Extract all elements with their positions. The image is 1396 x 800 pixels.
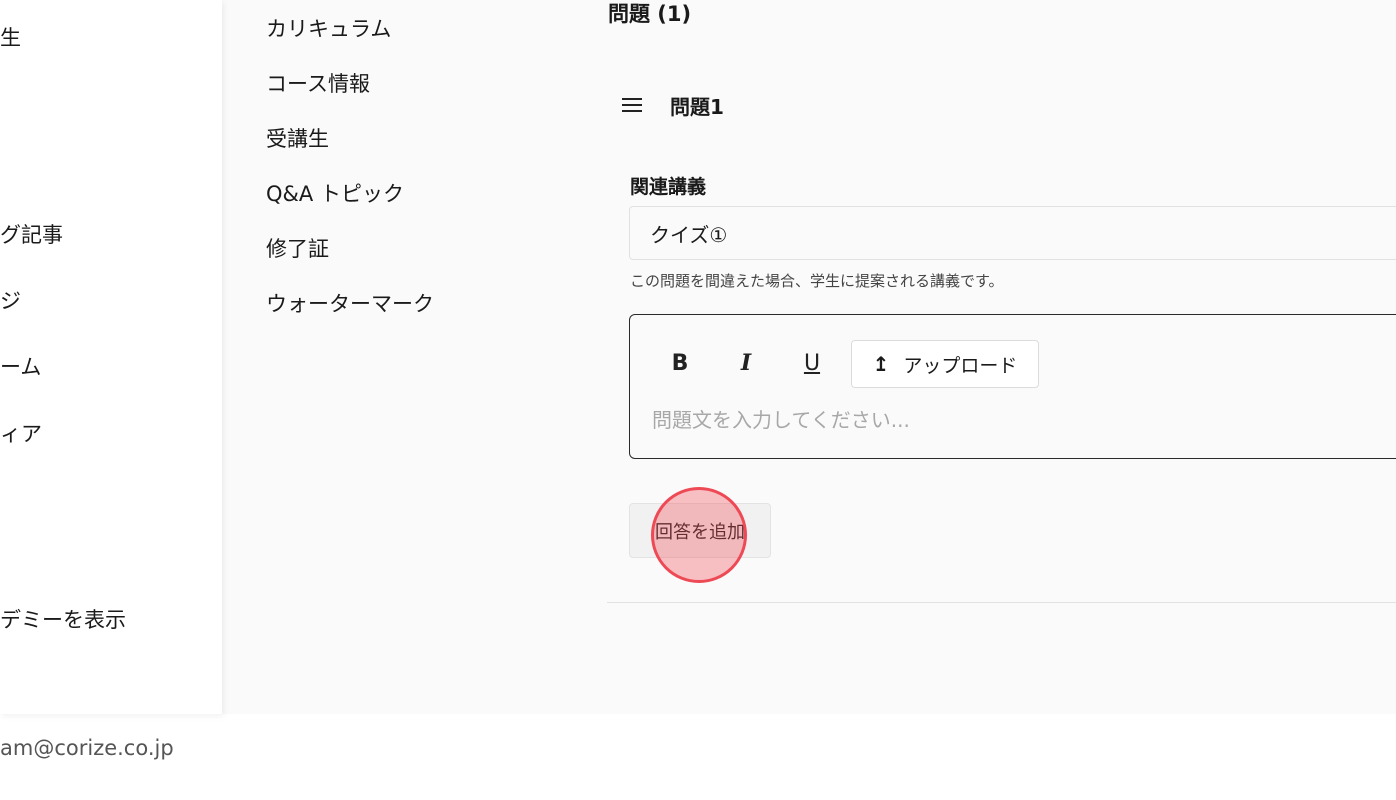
sidebar-item-blog-posts[interactable]: グ記事 xyxy=(0,219,63,249)
course-nav-watermark[interactable]: ウォーターマーク xyxy=(266,288,434,318)
question-text-input[interactable] xyxy=(652,405,1392,435)
divider xyxy=(607,602,1396,603)
sidebar-item-students[interactable]: 生 xyxy=(0,22,21,52)
bold-button[interactable]: B xyxy=(658,341,702,385)
sidebar-item-forms[interactable]: ーム xyxy=(0,351,41,381)
course-nav-qa-topics[interactable]: Q&A トピック xyxy=(266,178,404,208)
related-lecture-helper: この問題を間違えた場合、学生に提案される講義です。 xyxy=(630,272,1004,290)
question-title: 問題1 xyxy=(670,94,724,119)
italic-button[interactable]: I xyxy=(724,341,768,385)
drag-handle-icon[interactable] xyxy=(622,98,642,112)
add-answer-label: 回答を追加 xyxy=(655,521,745,543)
question-editor: B I U ↥ アップロード xyxy=(629,314,1396,459)
related-lecture-select[interactable]: クイズ① xyxy=(629,206,1396,260)
question-header: 問題1 xyxy=(622,88,724,122)
upload-button[interactable]: ↥ アップロード xyxy=(851,340,1039,388)
sidebar-item-pages[interactable]: ジ xyxy=(0,285,21,315)
page: 生 グ記事 ジ ーム ィア デミーを表示 カリキュラム コース情報 受講生 Q&… xyxy=(0,0,1396,800)
related-lecture-value: クイズ① xyxy=(650,222,728,247)
sidebar-item-view-academy[interactable]: デミーを表示 xyxy=(0,604,126,634)
course-nav-certificate[interactable]: 修了証 xyxy=(266,233,329,263)
footer-email: am@corize.co.jp xyxy=(0,736,174,760)
sidebar-item-media[interactable]: ィア xyxy=(0,418,42,448)
related-lecture-label: 関連講義 xyxy=(630,176,707,198)
upload-icon: ↥ xyxy=(872,352,890,376)
course-nav-course-info[interactable]: コース情報 xyxy=(266,68,370,98)
underline-button[interactable]: U xyxy=(790,341,834,385)
course-nav-students[interactable]: 受講生 xyxy=(266,123,329,153)
questions-title: 問題 (1) xyxy=(608,2,692,26)
course-nav-curriculum[interactable]: カリキュラム xyxy=(266,13,391,43)
left-sidebar: 生 グ記事 ジ ーム ィア デミーを表示 xyxy=(0,0,222,714)
add-answer-button[interactable]: 回答を追加 xyxy=(629,503,771,558)
upload-label: アップロード xyxy=(903,354,1018,377)
